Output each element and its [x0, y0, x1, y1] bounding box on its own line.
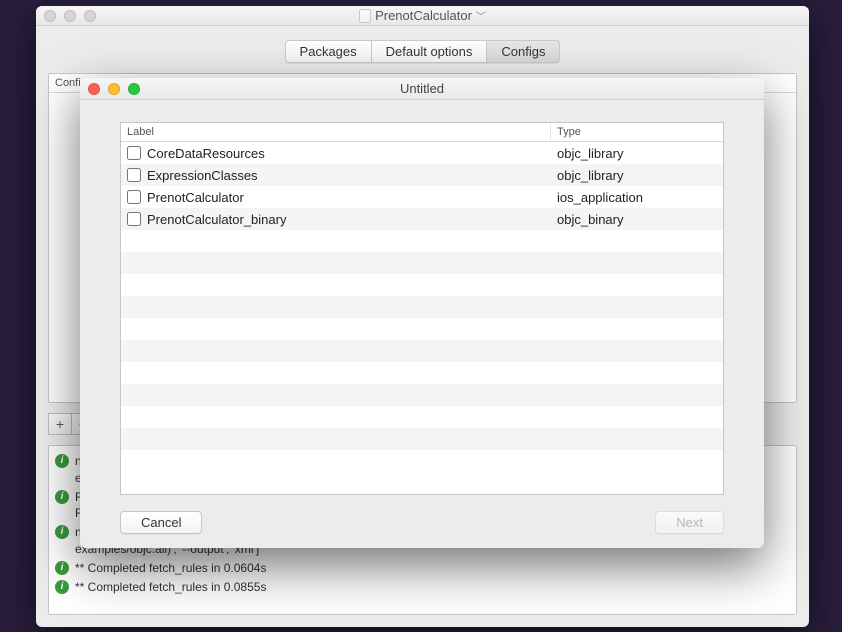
close-icon[interactable]: [44, 10, 56, 22]
table-row: [121, 340, 723, 362]
info-icon: i: [55, 454, 69, 468]
column-label[interactable]: Label: [121, 123, 551, 141]
info-icon: i: [55, 490, 69, 504]
zoom-icon[interactable]: [84, 10, 96, 22]
sheet-title: Untitled: [80, 81, 764, 96]
sheet-traffic-lights: [80, 83, 140, 95]
info-icon: i: [55, 525, 69, 539]
info-icon: i: [55, 561, 69, 575]
table-row: [121, 428, 723, 450]
tab-packages[interactable]: Packages: [285, 40, 372, 63]
row-label: CoreDataResources: [147, 146, 265, 161]
row-checkbox[interactable]: [127, 168, 141, 182]
table-row[interactable]: PrenotCalculator ios_application: [121, 186, 723, 208]
table-row[interactable]: PrenotCalculator_binary objc_binary: [121, 208, 723, 230]
next-button: Next: [655, 511, 724, 534]
row-checkbox[interactable]: [127, 212, 141, 226]
column-type[interactable]: Type: [551, 123, 723, 141]
minimize-icon[interactable]: [108, 83, 120, 95]
sheet-table-header: Label Type: [121, 123, 723, 142]
row-type: ios_application: [551, 190, 723, 205]
add-button[interactable]: +: [48, 413, 72, 435]
zoom-icon[interactable]: [128, 83, 140, 95]
table-row[interactable]: ExpressionClasses objc_library: [121, 164, 723, 186]
table-row: [121, 230, 723, 252]
sheet-titlebar: Untitled: [80, 78, 764, 100]
row-type: objc_library: [551, 146, 723, 161]
minimize-icon[interactable]: [64, 10, 76, 22]
table-row: [121, 450, 723, 472]
info-icon: i: [55, 580, 69, 594]
row-label: PrenotCalculator: [147, 190, 244, 205]
row-type: objc_library: [551, 168, 723, 183]
table-row: [121, 362, 723, 384]
sheet-rows: CoreDataResources objc_library Expressio…: [121, 142, 723, 494]
chevron-down-icon[interactable]: ﹀: [476, 8, 486, 23]
main-titlebar: PrenotCalculator ﹀: [36, 6, 809, 26]
document-icon: [359, 9, 371, 23]
window-title: PrenotCalculator ﹀: [36, 8, 809, 23]
row-checkbox[interactable]: [127, 190, 141, 204]
table-row: [121, 274, 723, 296]
row-label: ExpressionClasses: [147, 168, 258, 183]
sheet-window: Untitled Label Type CoreDataResources ob…: [80, 78, 764, 548]
table-row[interactable]: CoreDataResources objc_library: [121, 142, 723, 164]
tab-segment: Packages Default options Configs: [285, 40, 561, 63]
table-row: [121, 296, 723, 318]
table-row: [121, 384, 723, 406]
log-text: ** Completed fetch_rules in 0.0855s: [75, 579, 266, 596]
table-row: [121, 406, 723, 428]
table-row: [121, 252, 723, 274]
main-traffic-lights: [36, 10, 96, 22]
row-type: objc_binary: [551, 212, 723, 227]
table-row: [121, 318, 723, 340]
log-line: i ** Completed fetch_rules in 0.0604s: [53, 559, 792, 578]
sheet-body: Label Type CoreDataResources objc_librar…: [80, 100, 764, 548]
row-label: PrenotCalculator_binary: [147, 212, 286, 227]
row-checkbox[interactable]: [127, 146, 141, 160]
window-title-text: PrenotCalculator: [375, 8, 472, 23]
cancel-button[interactable]: Cancel: [120, 511, 202, 534]
sheet-footer: Cancel Next: [120, 495, 724, 534]
log-text: ** Completed fetch_rules in 0.0604s: [75, 560, 266, 577]
tab-default-options[interactable]: Default options: [371, 40, 488, 63]
close-icon[interactable]: [88, 83, 100, 95]
tab-configs[interactable]: Configs: [486, 40, 560, 63]
sheet-table: Label Type CoreDataResources objc_librar…: [120, 122, 724, 495]
log-line: i ** Completed fetch_rules in 0.0855s: [53, 578, 792, 597]
